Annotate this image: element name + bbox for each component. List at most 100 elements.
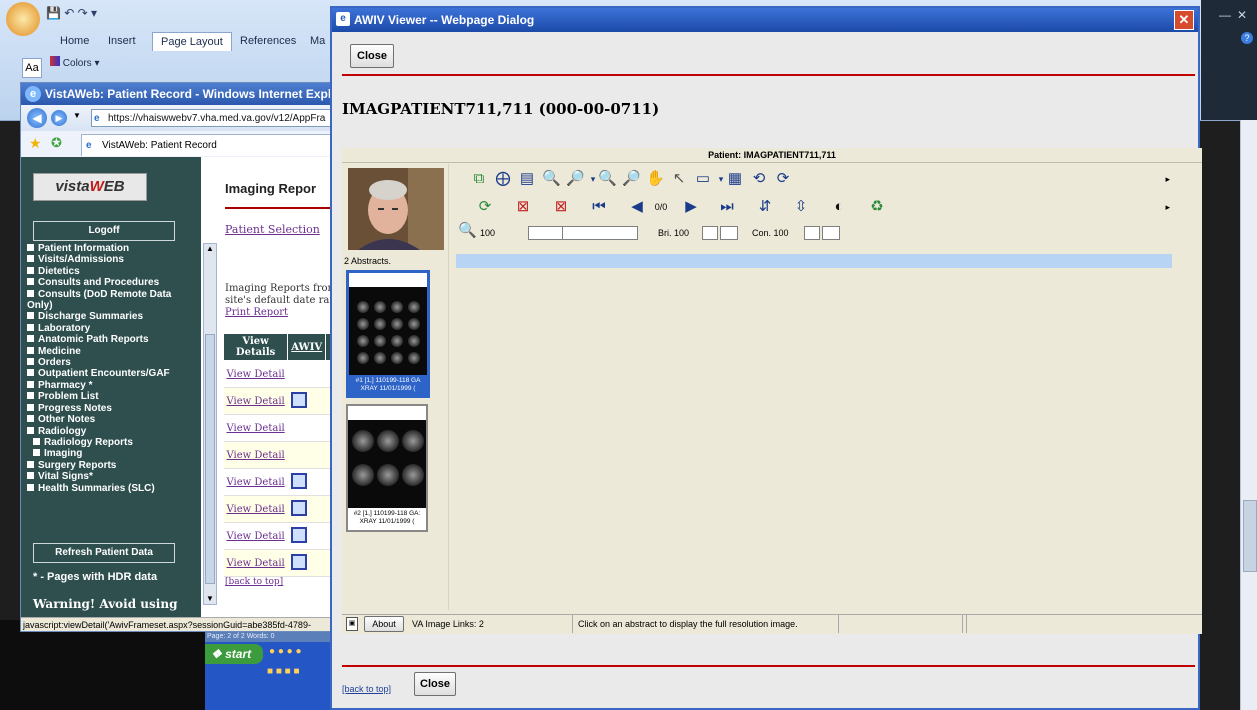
sidebar-item[interactable]: Dietetics: [27, 266, 199, 277]
sidebar-item[interactable]: Outpatient Encounters/GAF: [27, 368, 199, 379]
tab-insert[interactable]: Insert: [100, 32, 144, 50]
sidebar-item[interactable]: Patient Information: [27, 243, 199, 254]
sidebar-item[interactable]: Laboratory: [27, 323, 199, 334]
image-display-area[interactable]: [456, 268, 1196, 612]
brightness-slider[interactable]: [720, 226, 738, 240]
contrast-slider[interactable]: [822, 226, 840, 240]
colors-button[interactable]: Colors ▾: [50, 56, 100, 69]
sidebar-item[interactable]: Progress Notes: [27, 403, 199, 414]
sidebar-item[interactable]: Consults (DoD Remote Data: [27, 289, 199, 300]
history-dropdown-icon[interactable]: ▼: [73, 111, 81, 120]
close-image-icon[interactable]: ⊠: [514, 198, 532, 216]
sidebar-item[interactable]: Problem List: [27, 391, 199, 402]
sidebar-item[interactable]: Imaging: [27, 448, 199, 459]
invert-icon[interactable]: ◐: [830, 198, 848, 216]
tab-page-layout[interactable]: Page Layout: [152, 32, 232, 51]
zoom-slider-left[interactable]: [528, 226, 564, 240]
forward-button[interactable]: ▶: [51, 110, 67, 126]
col-awiv[interactable]: AWIV: [287, 333, 327, 361]
sidebar-item[interactable]: Medicine: [27, 346, 199, 357]
pan-hand-icon[interactable]: ✋: [646, 170, 665, 188]
logoff-button[interactable]: Logoff: [33, 221, 175, 241]
rectangle-icon[interactable]: ▭: [694, 170, 712, 188]
close-icon[interactable]: ✕: [1237, 8, 1247, 22]
themes-button[interactable]: Aa: [22, 58, 42, 78]
view-detail-link[interactable]: View Detail: [227, 558, 285, 569]
refresh-patient-data-button[interactable]: Refresh Patient Data: [33, 543, 175, 563]
close-all-icon[interactable]: ⊠: [552, 198, 570, 216]
tab-references[interactable]: References: [232, 32, 304, 50]
view-detail-link[interactable]: View Detail: [227, 477, 285, 488]
sidebar-item[interactable]: Surgery Reports: [27, 460, 199, 471]
awiv-viewer-icon[interactable]: [290, 391, 307, 408]
print-report-link[interactable]: Print Report: [225, 307, 288, 318]
dialog-close-icon[interactable]: ✕: [1174, 10, 1194, 30]
quick-launch-icons[interactable]: ● ● ● ●: [269, 646, 302, 657]
flip-horizontal-icon[interactable]: ⇳: [792, 198, 810, 216]
nav-scrollbar[interactable]: ▲ ▼: [203, 243, 217, 605]
ie-tab-vistaweb[interactable]: e VistAWeb: Patient Record: [81, 134, 331, 156]
quick-access-toolbar[interactable]: 💾 ↶ ↷ ▾: [46, 6, 146, 22]
rotate-left-icon[interactable]: ⟲: [750, 170, 768, 188]
scroll-up-icon[interactable]: ▲: [205, 244, 215, 254]
abstract-1[interactable]: #1 [1,] 110199-118 GA XRAY 11/01/1999 (: [346, 270, 430, 398]
first-image-icon[interactable]: ⏮: [590, 198, 608, 216]
close-button-top[interactable]: Close: [350, 44, 394, 68]
close-button-bottom[interactable]: Close: [414, 672, 456, 696]
zoom-slider[interactable]: [562, 226, 638, 240]
start-button[interactable]: ❖ start: [205, 644, 263, 664]
sidebar-item[interactable]: Other Notes: [27, 414, 199, 425]
tray-icons[interactable]: ■ ■ ■ ■: [267, 666, 300, 677]
flip-vertical-icon[interactable]: ⇵: [756, 198, 774, 216]
scrollbar-thumb[interactable]: [1243, 500, 1257, 572]
view-detail-link[interactable]: View Detail: [227, 504, 285, 515]
next-image-icon[interactable]: ▶: [682, 198, 700, 216]
word-vertical-scrollbar[interactable]: [1240, 120, 1257, 710]
zoom-in-icon[interactable]: 🔍: [542, 170, 561, 188]
view-detail-link[interactable]: View Detail: [227, 423, 285, 434]
abstract-2[interactable]: #2 [1,] 110199-118 GA: XRAY 11/01/1999 (: [346, 404, 428, 532]
contrast-slider-left[interactable]: [804, 226, 820, 240]
view-detail-link[interactable]: View Detail: [227, 396, 285, 407]
sidebar-item[interactable]: Vital Signs*: [27, 471, 199, 482]
back-button[interactable]: ◀: [27, 108, 47, 128]
zoom-out-icon[interactable]: 🔎: [566, 170, 585, 188]
fit-window-icon[interactable]: ⨁: [494, 170, 512, 188]
minimize-icon[interactable]: —: [1219, 8, 1231, 22]
copy-image-icon[interactable]: ⧉: [470, 170, 488, 188]
favorites-star-icon[interactable]: ★: [29, 135, 42, 152]
last-image-icon[interactable]: ⏭: [718, 198, 736, 216]
url-input[interactable]: e https://vhaiswwebv7.vha.med.va.gov/v12…: [91, 109, 331, 127]
sidebar-item[interactable]: Health Summaries (SLC): [27, 483, 199, 494]
refresh-icon[interactable]: ⟳: [476, 198, 494, 216]
toolbar-2-overflow-icon[interactable]: ▸: [1165, 202, 1170, 213]
sidebar-item[interactable]: Radiology: [27, 426, 199, 437]
zoom-actual-icon[interactable]: 🔍: [598, 170, 617, 188]
rotate-right-icon[interactable]: ⟳: [774, 170, 792, 188]
awiv-viewer-icon[interactable]: [290, 499, 307, 516]
about-button[interactable]: About: [364, 616, 404, 632]
sidebar-item[interactable]: Orders: [27, 357, 199, 368]
patient-selection-link[interactable]: Patient Selection: [225, 223, 320, 236]
nav-scroll-thumb[interactable]: [205, 334, 215, 584]
sidebar-item[interactable]: Visits/Admissions: [27, 254, 199, 265]
log-icon[interactable]: ▣: [346, 617, 358, 631]
awiv-viewer-icon[interactable]: [290, 553, 307, 570]
awiv-viewer-icon[interactable]: [290, 526, 307, 543]
toolbar-1-overflow-icon[interactable]: ▸: [1165, 174, 1170, 185]
tab-home[interactable]: Home: [52, 32, 97, 50]
sidebar-item[interactable]: Only): [27, 300, 199, 311]
help-icon[interactable]: ?: [1241, 32, 1253, 44]
sidebar-item[interactable]: Radiology Reports: [27, 437, 199, 448]
view-detail-link[interactable]: View Detail: [227, 450, 285, 461]
pointer-icon[interactable]: ↖: [670, 170, 688, 188]
tab-mailings[interactable]: Ma: [302, 32, 333, 50]
back-to-top-link[interactable]: [back to top]: [225, 577, 283, 587]
view-detail-link[interactable]: View Detail: [227, 369, 285, 380]
layout-grid-icon[interactable]: ▦: [726, 170, 744, 188]
add-favorites-icon[interactable]: ✪: [51, 135, 62, 151]
office-button[interactable]: [6, 2, 40, 36]
dialog-back-to-top-link[interactable]: [back to top]: [342, 684, 391, 694]
fit-width-icon[interactable]: ▤: [518, 170, 536, 188]
scroll-down-icon[interactable]: ▼: [205, 594, 215, 604]
